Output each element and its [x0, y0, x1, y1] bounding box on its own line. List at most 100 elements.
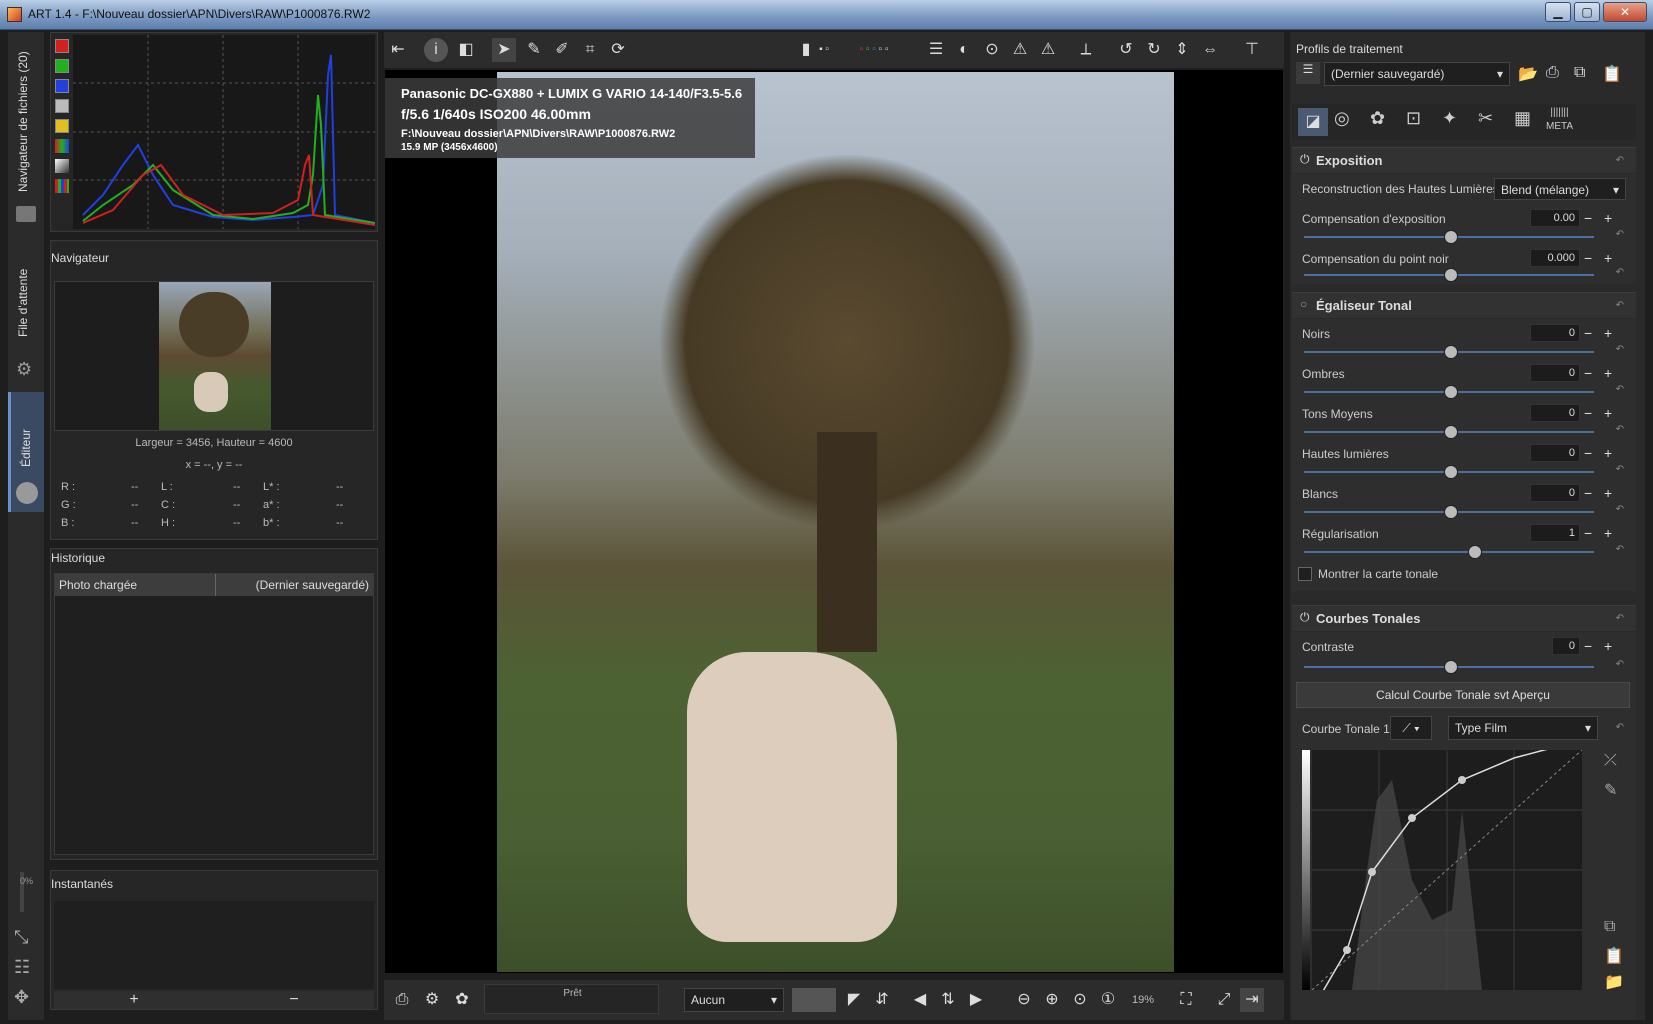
power-icon[interactable]: ⏻: [1300, 152, 1310, 167]
exposure-header[interactable]: ⏻ Exposition ↶: [1292, 147, 1636, 173]
calc-curve-button[interactable]: Calcul Courbe Tonale svt Aperçu: [1296, 682, 1630, 708]
decrement-button[interactable]: −: [1584, 211, 1592, 225]
reset-icon[interactable]: ↶: [1616, 722, 1624, 733]
increment-button[interactable]: +: [1604, 406, 1612, 420]
increment-button[interactable]: +: [1604, 486, 1612, 500]
effects-tab-icon[interactable]: ✦: [1442, 108, 1457, 129]
save-profile-icon[interactable]: ⎙: [1546, 64, 1559, 82]
decrement-button[interactable]: −: [1584, 366, 1592, 380]
detail-window-icon[interactable]: ⛶: [1174, 988, 1198, 1012]
chroma-toggle[interactable]: [55, 119, 69, 133]
reset-icon[interactable]: ↶: [1616, 659, 1624, 670]
exposure-tab-icon[interactable]: ◪: [1298, 108, 1328, 136]
crop-icon[interactable]: ⌗: [578, 38, 602, 62]
decrement-button[interactable]: −: [1584, 486, 1592, 500]
slider-knob[interactable]: [1444, 230, 1458, 244]
close-button[interactable]: ✕: [1603, 2, 1647, 22]
bar-toggle[interactable]: [55, 179, 69, 193]
queue-icon[interactable]: ⚙: [420, 988, 444, 1012]
profile-list-icon[interactable]: ☰: [1296, 62, 1320, 84]
detail-tab-icon[interactable]: ◎: [1334, 108, 1350, 129]
maximize-button[interactable]: ▢: [1574, 2, 1600, 22]
fullscreen-icon[interactable]: ⤢: [1212, 988, 1236, 1012]
reset-icon[interactable]: ↶: [1616, 464, 1624, 475]
reset-icon[interactable]: ↶: [1616, 424, 1624, 435]
raw-tab-icon[interactable]: ▦: [1514, 108, 1531, 129]
tonal-eq-slider[interactable]: [1304, 385, 1594, 399]
info-icon[interactable]: i: [424, 38, 448, 62]
increment-button[interactable]: +: [1604, 526, 1612, 540]
curve-open-icon[interactable]: 📁: [1604, 972, 1624, 992]
hand-tool-icon[interactable]: ➤: [492, 38, 516, 62]
paste-profile-icon[interactable]: 📋: [1602, 64, 1622, 84]
tonal-eq-slider[interactable]: [1304, 345, 1594, 359]
zoom-100-icon[interactable]: ①: [1096, 988, 1120, 1012]
zoom-fit-icon[interactable]: ⊙: [1068, 988, 1092, 1012]
reset-icon[interactable]: ↶: [1616, 544, 1624, 555]
decrement-button[interactable]: −: [1584, 251, 1592, 265]
nav-previous-icon[interactable]: ◀: [908, 988, 932, 1012]
tonal-eq-value[interactable]: 0: [1530, 324, 1580, 342]
reset-icon[interactable]: ↶: [1616, 229, 1624, 240]
tab-editor[interactable]: Éditeur: [8, 392, 44, 512]
slider-knob[interactable]: [1444, 505, 1458, 519]
add-snapshot-button[interactable]: +: [54, 991, 214, 1009]
luminance-toggle[interactable]: [55, 99, 69, 113]
move-icon[interactable]: ✥: [14, 987, 29, 1008]
rotate-right-icon[interactable]: ↻: [1142, 38, 1166, 62]
curve-paste-icon[interactable]: 📋: [1604, 946, 1624, 966]
increment-button[interactable]: +: [1604, 251, 1612, 265]
false-color-icon[interactable]: ◐: [952, 38, 976, 62]
tonal-eq-value[interactable]: 1: [1530, 524, 1580, 542]
increment-button[interactable]: +: [1604, 639, 1612, 653]
blue-channel-toggle[interactable]: [55, 79, 69, 93]
curve-mode-select[interactable]: Type Film ▾: [1448, 716, 1598, 740]
tonal-eq-slider[interactable]: [1304, 545, 1594, 559]
reset-icon[interactable]: ↶: [1616, 384, 1624, 395]
channel-buttons-icon[interactable]: ▫ ▫ ▫ ▫ ▫: [844, 38, 904, 62]
zoom-in-icon[interactable]: ⊕: [1040, 988, 1064, 1012]
increment-button[interactable]: +: [1604, 446, 1612, 460]
decrement-button[interactable]: −: [1584, 526, 1592, 540]
tonal-eq-slider[interactable]: [1304, 425, 1594, 439]
red-channel-toggle[interactable]: [55, 39, 69, 53]
slider-knob[interactable]: [1444, 465, 1458, 479]
black-comp-value[interactable]: 0.000: [1530, 249, 1580, 267]
tonal-eq-value[interactable]: 0: [1530, 444, 1580, 462]
slider-knob[interactable]: [1444, 268, 1458, 282]
slider-knob[interactable]: [1444, 425, 1458, 439]
focus-mask-icon[interactable]: ☰: [924, 38, 948, 62]
white-balance-picker-icon[interactable]: ✎: [522, 38, 546, 62]
add-tool-icon[interactable]: ⤡: [14, 927, 28, 948]
bg-color-icons[interactable]: ▪ ▫: [812, 38, 836, 62]
tone-curve-editor[interactable]: [1312, 750, 1582, 990]
exposure-comp-slider[interactable]: [1304, 230, 1594, 244]
raw-toggle[interactable]: [55, 139, 69, 153]
power-icon[interactable]: ○: [1300, 297, 1307, 311]
meta-tab-icon[interactable]: ||||||| META: [1546, 106, 1573, 134]
hide-right-panel-icon[interactable]: ⇥: [1240, 988, 1264, 1012]
tonal-eq-value[interactable]: 0: [1530, 364, 1580, 382]
increment-button[interactable]: +: [1604, 211, 1612, 225]
contrast-slider[interactable]: [1304, 660, 1594, 674]
black-comp-slider[interactable]: [1304, 268, 1594, 282]
exposure-comp-value[interactable]: 0.00: [1530, 209, 1580, 227]
color-mgmt-button[interactable]: [792, 988, 836, 1012]
copy-profile-icon[interactable]: ⧉: [1574, 64, 1585, 82]
image-canvas[interactable]: Panasonic DC-GX880 + LUMIX G VARIO 14-14…: [385, 70, 1283, 973]
green-channel-toggle[interactable]: [55, 59, 69, 73]
reset-icon[interactable]: ↶: [1616, 155, 1624, 166]
navigator-thumbnail[interactable]: [159, 282, 271, 430]
shadow-clip-icon[interactable]: ⊙: [980, 38, 1004, 62]
perspective-icon[interactable]: ⟂: [1074, 38, 1098, 62]
power-icon[interactable]: ⏻: [1300, 610, 1310, 625]
previous-image-icon[interactable]: ◤: [842, 988, 866, 1012]
color-tab-icon[interactable]: ✿: [1370, 108, 1385, 129]
contrast-value[interactable]: 0: [1552, 637, 1580, 655]
nav-sync-icon[interactable]: ⇅: [936, 988, 960, 1012]
rotate-left-icon[interactable]: ↺: [1114, 38, 1138, 62]
tone-curves-header[interactable]: ⏻ Courbes Tonales ↶: [1292, 605, 1636, 631]
curve-picker-icon[interactable]: ✎: [1604, 780, 1617, 800]
highlight-warning-icon[interactable]: ⚠: [1036, 38, 1060, 62]
reset-icon[interactable]: ↶: [1616, 613, 1624, 624]
